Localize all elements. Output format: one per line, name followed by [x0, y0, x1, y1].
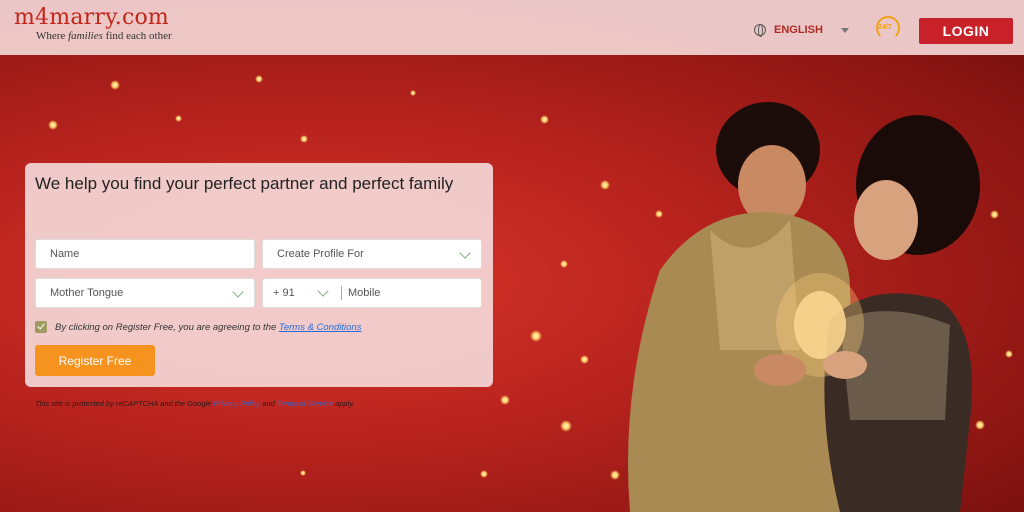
support-247-icon[interactable]: 24/7 [872, 15, 906, 43]
top-header: m4marry.com Where families find each oth… [0, 0, 1024, 55]
couple-photo [628, 102, 980, 512]
name-input[interactable]: Name [35, 239, 255, 269]
consent-text: By clicking on Register Free, you are ag… [55, 321, 362, 333]
chevron-down-icon [459, 247, 471, 259]
logo-text: m4marry.com [14, 5, 169, 30]
chevron-down-icon [317, 285, 329, 297]
support-badge-label: 24/7 [878, 24, 892, 31]
country-code-select[interactable]: + 91 [273, 278, 331, 308]
mobile-placeholder: Mobile [348, 287, 381, 299]
globe-icon [754, 24, 766, 37]
language-label: ENGLISH [774, 24, 823, 36]
name-placeholder: Name [50, 248, 80, 260]
create-profile-for-placeholder: Create Profile For [277, 248, 364, 260]
create-profile-for-select[interactable]: Create Profile For [262, 239, 482, 269]
terms-link[interactable]: Terms & Conditions [279, 322, 362, 333]
country-code-value: + 91 [273, 287, 295, 299]
divider [341, 286, 342, 300]
register-free-button[interactable]: Register Free [35, 345, 155, 376]
mobile-input[interactable]: Mobile [348, 287, 380, 299]
chevron-down-icon [840, 27, 849, 33]
recaptcha-notice: This site is protected by reCAPTCHA and … [35, 399, 355, 408]
language-selector[interactable]: ENGLISH [754, 24, 849, 37]
privacy-policy-link[interactable]: Privacy Policy [214, 399, 261, 408]
registration-card: We help you find your perfect partner an… [25, 163, 493, 387]
terms-consent: By clicking on Register Free, you are ag… [35, 321, 361, 333]
logo-tagline: Where families find each other [36, 30, 172, 42]
login-button[interactable]: LOGIN [919, 18, 1013, 44]
mother-tongue-placeholder: Mother Tongue [50, 287, 124, 299]
mobile-field: + 91 Mobile [262, 278, 482, 308]
terms-checkbox[interactable] [35, 321, 47, 333]
form-title: We help you find your perfect partner an… [35, 174, 454, 193]
mother-tongue-select[interactable]: Mother Tongue [35, 278, 255, 308]
terms-of-service-link[interactable]: Terms of Service [277, 399, 333, 408]
brand-logo[interactable]: m4marry.com Where families find each oth… [14, 6, 172, 43]
chevron-down-icon [232, 286, 244, 298]
